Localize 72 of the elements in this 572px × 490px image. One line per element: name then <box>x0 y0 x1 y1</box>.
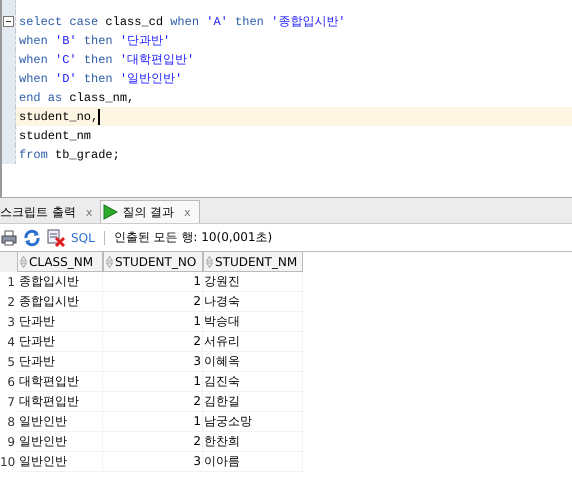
table-cell: 한찬희 <box>203 432 303 452</box>
table-cell: 서유리 <box>203 332 303 352</box>
code-line: when 'B' then '단과반' <box>19 33 170 49</box>
delete-icon[interactable] <box>47 228 65 246</box>
table-cell: 2 <box>103 392 203 412</box>
table-cell: 단과반 <box>17 312 103 332</box>
table-cell: 종합입시반 <box>17 292 103 312</box>
status-text: 인출된 모든 행: 10(0,001초) <box>114 229 272 246</box>
table-cell: 박승대 <box>203 312 303 332</box>
refresh-icon[interactable] <box>23 228 41 246</box>
column-header[interactable]: CLASS_NM <box>17 252 103 272</box>
printer-icon[interactable] <box>1 230 17 246</box>
row-number: 3 <box>6 314 16 331</box>
table-cell: 김한길 <box>203 392 303 412</box>
code-line: select case class_cd when 'A' then '종합입시반' <box>19 14 346 30</box>
table-cell: 강원진 <box>203 272 303 292</box>
table-cell: 2 <box>103 292 203 312</box>
table-cell: 단과반 <box>17 352 103 372</box>
table-cell: 일반인반 <box>17 412 103 432</box>
code-line: end as class_nm, <box>19 90 134 104</box>
gutter-cell <box>2 145 16 164</box>
tab-label: 질의 결과 <box>122 204 174 220</box>
code-line: from tb_grade; <box>19 148 120 162</box>
row-number: 1 <box>6 274 16 291</box>
table-cell: 이혜옥 <box>203 352 303 372</box>
column-title: STUDENT_NM <box>215 254 298 268</box>
column-header[interactable]: STUDENT_NM <box>203 252 303 272</box>
collapse-icon[interactable] <box>3 16 14 27</box>
table-cell: 1 <box>103 412 203 432</box>
table-cell: 일반인반 <box>17 432 103 452</box>
column-title: STUDENT_NO <box>115 254 196 268</box>
table-cell: 1 <box>103 272 203 292</box>
code-line: when 'D' then '일반인반' <box>19 71 182 87</box>
row-number: 5 <box>6 354 16 371</box>
sql-link[interactable]: SQL <box>71 230 95 244</box>
row-number: 7 <box>6 394 16 411</box>
table-cell: 남궁소망 <box>203 412 303 432</box>
sort-icon <box>106 256 113 268</box>
tab[interactable]: 스크립트 출력 x <box>0 201 100 223</box>
row-number: 4 <box>6 334 16 351</box>
row-number: 9 <box>6 434 16 451</box>
table-cell: 김진숙 <box>203 372 303 392</box>
close-icon[interactable]: x <box>184 206 191 218</box>
code-line: student_nm <box>19 128 92 142</box>
row-number: 2 <box>6 294 16 311</box>
sort-icon <box>206 256 213 268</box>
row-number: 6 <box>6 374 16 391</box>
table-cell: 2 <box>103 432 203 452</box>
table-cell: 1 <box>103 372 203 392</box>
table-cell: 3 <box>103 352 203 372</box>
tab[interactable]: 질의 결과 x <box>100 200 200 223</box>
column-header[interactable]: STUDENT_NO <box>103 252 203 272</box>
table-cell: 일반인반 <box>17 452 103 472</box>
row-number: 8 <box>6 414 16 431</box>
table-cell: 대학편입반 <box>17 372 103 392</box>
text-cursor <box>98 108 100 124</box>
table-cell: 1 <box>103 312 203 332</box>
play-icon <box>102 204 118 220</box>
sort-icon <box>20 256 27 268</box>
table-cell: 대학편입반 <box>17 392 103 412</box>
tab-label: 스크립트 출력 <box>0 204 76 220</box>
table-cell: 2 <box>103 332 203 352</box>
table-cell: 3 <box>103 452 203 472</box>
table-cell: 단과반 <box>17 332 103 352</box>
code-line: student_no, <box>19 110 98 124</box>
column-title: CLASS_NM <box>29 254 94 268</box>
table-cell: 나경숙 <box>203 292 303 312</box>
close-icon[interactable]: x <box>86 206 92 218</box>
table-cell: 이아름 <box>203 452 303 472</box>
code-line: when 'C' then '대학편입반' <box>19 52 194 68</box>
row-number: 10 <box>0 454 16 471</box>
table-cell: 종합입시반 <box>17 272 103 292</box>
